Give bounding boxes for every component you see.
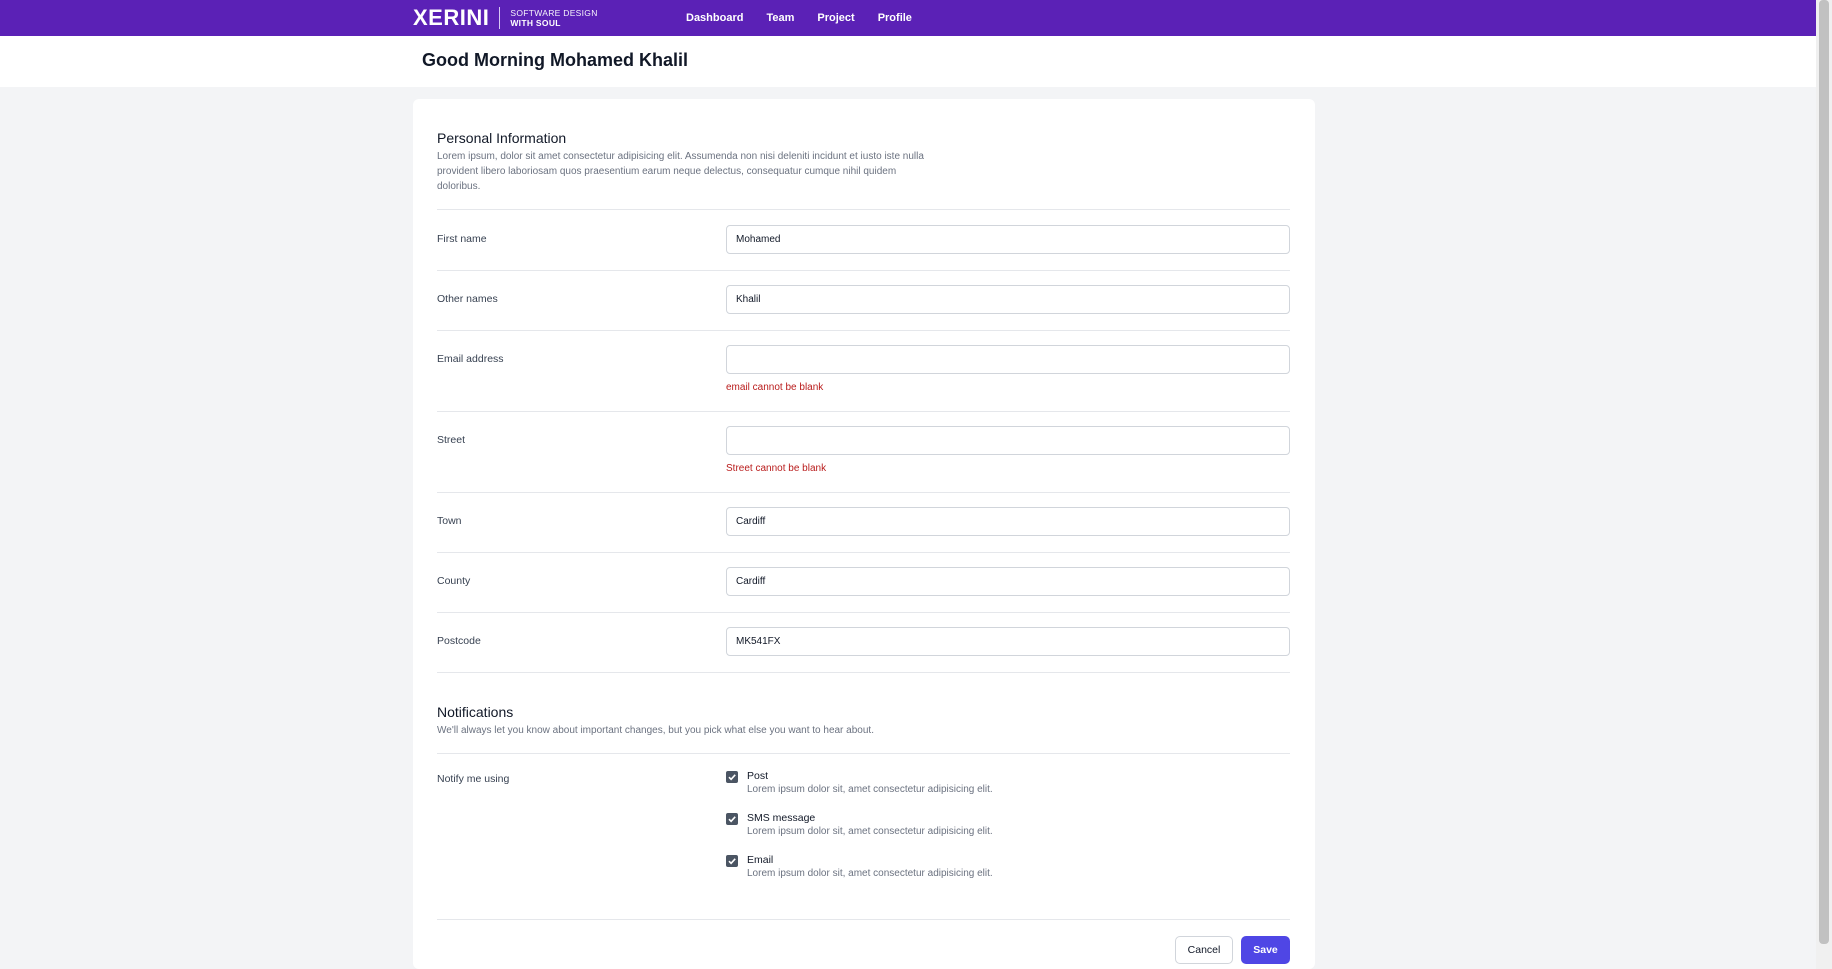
street-label: Street [437,434,466,446]
divider [437,672,1290,673]
tagline-top: SOFTWARE DESIGN [510,8,598,18]
divider [437,330,1290,331]
logo-tagline: SOFTWARE DESIGN WITH SOUL [510,8,597,28]
sms-option-description: Lorem ipsum dolor sit, amet consectetur … [747,826,993,837]
nav-profile[interactable]: Profile [878,12,912,24]
town-label: Town [437,515,462,527]
divider [437,492,1290,493]
personal-section-title: Personal Information [437,130,567,146]
postcode-label: Postcode [437,635,481,647]
logo-wordmark: XERINI [413,5,490,30]
email-label: Email address [437,353,504,365]
main-nav: Dashboard Team Project Profile [686,0,935,36]
notifications-section-title: Notifications [437,704,514,720]
county-input[interactable] [726,567,1290,596]
sms-checkbox[interactable] [726,813,738,825]
page-header: Good Morning Mohamed Khalil [0,36,1816,87]
divider [437,612,1290,613]
logo-divider [499,7,501,29]
nav-project[interactable]: Project [817,12,854,24]
divider [437,919,1290,920]
town-input[interactable] [726,507,1290,536]
divider [437,411,1290,412]
checkmark-icon [728,858,736,865]
postcode-input[interactable] [726,627,1290,656]
first-name-input[interactable] [726,225,1290,254]
post-checkbox[interactable] [726,771,738,783]
post-option-label: Post [747,770,769,782]
notify-option-email: Email Lorem ipsum dolor sit, amet consec… [726,853,993,881]
email-checkbox[interactable] [726,855,738,867]
street-input[interactable] [726,426,1290,455]
save-button[interactable]: Save [1241,936,1290,964]
divider [437,270,1290,271]
divider [437,753,1290,754]
nav-dashboard[interactable]: Dashboard [686,12,743,24]
tagline-bottom: WITH SOUL [510,18,561,28]
other-names-label: Other names [437,293,498,305]
brand-logo[interactable]: XERINI SOFTWARE DESIGN WITH SOUL [413,5,598,30]
cancel-button[interactable]: Cancel [1175,936,1233,964]
divider [437,209,1290,210]
post-option-description: Lorem ipsum dolor sit, amet consectetur … [747,784,993,795]
notify-option-post: Post Lorem ipsum dolor sit, amet consect… [726,769,993,797]
profile-form-card: Personal Information Lorem ipsum, dolor … [413,99,1315,969]
vertical-scrollbar[interactable] [1816,0,1832,969]
checkmark-icon [728,774,736,781]
personal-section-description: Lorem ipsum, dolor sit amet consectetur … [437,151,924,192]
divider [437,552,1290,553]
page-title: Good Morning Mohamed Khalil [422,50,688,70]
county-label: County [437,575,471,587]
notify-me-label: Notify me using [437,773,510,785]
email-option-description: Lorem ipsum dolor sit, amet consectetur … [747,868,993,879]
notify-option-sms: SMS message Lorem ipsum dolor sit, amet … [726,811,993,839]
email-option-label: Email [747,854,774,866]
scrollbar-thumb[interactable] [1819,0,1829,944]
street-error-message: Street cannot be blank [726,463,827,474]
other-names-input[interactable] [726,285,1290,314]
notifications-section-description: We'll always let you know about importan… [437,725,874,736]
nav-team[interactable]: Team [766,12,794,24]
top-navbar: XERINI SOFTWARE DESIGN WITH SOUL Dashboa… [0,0,1816,36]
email-error-message: email cannot be blank [726,382,824,393]
first-name-label: First name [437,233,487,245]
checkmark-icon [728,816,736,823]
sms-option-label: SMS message [747,812,816,824]
email-input[interactable] [726,345,1290,374]
